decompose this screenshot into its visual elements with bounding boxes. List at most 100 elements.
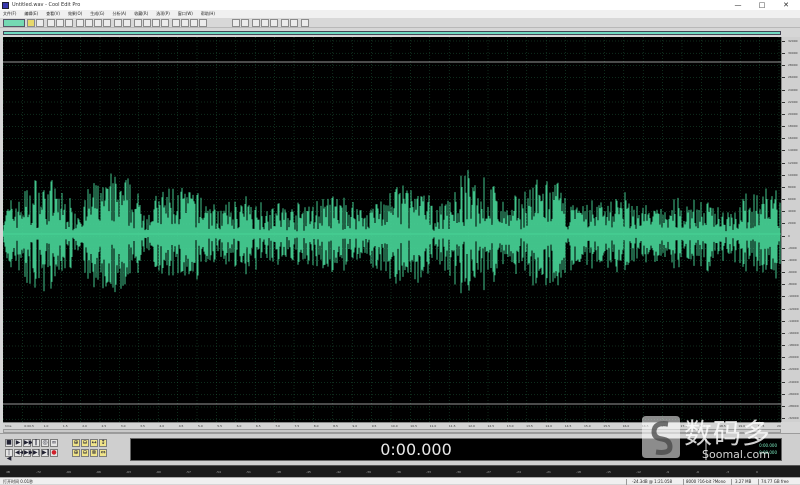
- waveform-overview-bar[interactable]: [3, 31, 781, 35]
- stop-button[interactable]: ■: [5, 439, 13, 447]
- waveform-graph: [3, 37, 781, 422]
- level-meter-label: -24: [516, 470, 521, 474]
- zoom-full-button[interactable]: ↔: [90, 439, 98, 447]
- status-size: 3.27 MB: [735, 479, 752, 484]
- play-loop-button[interactable]: ◎: [41, 439, 49, 447]
- time-ruler-label: 14.0: [545, 424, 553, 428]
- time-ruler-label: 15.0: [584, 424, 591, 428]
- snap-button[interactable]: [152, 19, 160, 27]
- settings-button[interactable]: [190, 19, 198, 27]
- zoom-selection-button[interactable]: ⊗: [90, 449, 98, 457]
- silence-button[interactable]: [143, 19, 151, 27]
- open-append-button[interactable]: [56, 19, 64, 27]
- menu-edit[interactable]: 编辑(E): [24, 11, 38, 17]
- maximize-button[interactable]: □: [750, 0, 774, 10]
- level-meter-label: -33: [426, 470, 431, 474]
- trim-button[interactable]: [134, 19, 142, 27]
- undo-button[interactable]: [114, 19, 122, 27]
- time-ruler-label: 10.5: [410, 424, 417, 428]
- time-ruler-label: 2.0: [82, 424, 87, 428]
- zoom-out-vertical-button[interactable]: ⊖: [81, 449, 89, 457]
- amplitude-label: 22000: [788, 99, 798, 104]
- status-divider: [758, 479, 759, 485]
- zoom-out-horizontal-button[interactable]: ⊖: [81, 439, 89, 447]
- view-spectral-button[interactable]: [241, 19, 249, 27]
- view-waveform-button[interactable]: [232, 19, 240, 27]
- amplitude-label: 30000: [788, 51, 798, 56]
- save-file-button[interactable]: [36, 19, 44, 27]
- time-ruler-label: 6.0: [236, 424, 242, 428]
- amplitude-label: 4000: [788, 209, 796, 214]
- go-to-end-button[interactable]: ▶|: [32, 449, 40, 457]
- menu-effects[interactable]: 效果(O): [68, 11, 82, 17]
- zoom-in-vertical-button[interactable]: ⊕: [72, 449, 80, 457]
- close-button[interactable]: ✕: [774, 0, 798, 10]
- mark-button[interactable]: [181, 19, 189, 27]
- level-meter-label: -9: [666, 470, 669, 474]
- menu-generate[interactable]: 生成(G): [90, 11, 104, 17]
- amplitude-tick: [782, 259, 785, 261]
- waveform-display[interactable]: [3, 37, 781, 422]
- menu-favorites[interactable]: 收藏(R): [134, 11, 148, 17]
- amplitude-label: 28000: [788, 63, 798, 68]
- amplitude-label: 18000: [788, 124, 798, 129]
- mix-paste-button[interactable]: [103, 19, 111, 27]
- amplitude-tick: [782, 77, 785, 79]
- menu-options[interactable]: 选项(P): [156, 11, 170, 17]
- menu-view[interactable]: 查看(V): [46, 11, 60, 17]
- minimize-button[interactable]: —: [726, 0, 750, 10]
- pause-button[interactable]: ‖: [32, 439, 40, 447]
- paste-button[interactable]: [94, 19, 102, 27]
- record-button[interactable]: ●: [50, 449, 58, 457]
- cue-list-button[interactable]: [252, 19, 260, 27]
- rewind-button[interactable]: ◀◀: [14, 449, 24, 457]
- amplitude-tick: [782, 332, 785, 334]
- zoom-vertical-button[interactable]: ↕: [99, 439, 107, 447]
- time-ruler-label: 4.5: [178, 424, 184, 428]
- scripts-button[interactable]: [270, 19, 278, 27]
- time-ruler-label: 2.5: [101, 424, 107, 428]
- info-button[interactable]: [281, 19, 289, 27]
- menu-file[interactable]: 文件(F): [3, 11, 16, 17]
- record-settings-button[interactable]: [301, 19, 309, 27]
- level-meter-label: -72: [36, 470, 41, 474]
- fast-forward-button[interactable]: ▶▶: [23, 449, 33, 457]
- time-ruler-label: 8.0: [313, 424, 319, 428]
- level-meter-label: -63: [126, 470, 131, 474]
- play-button[interactable]: ▶: [14, 439, 22, 447]
- multitrack-toggle-button[interactable]: [3, 19, 25, 27]
- spectral-view-button[interactable]: [161, 19, 169, 27]
- cut-button[interactable]: [76, 19, 84, 27]
- play-from-cursor-button[interactable]: ▶‖: [41, 449, 50, 457]
- redo-button[interactable]: [123, 19, 131, 27]
- go-to-start-button[interactable]: |◀: [5, 449, 13, 462]
- new-file-button[interactable]: [47, 19, 55, 27]
- amplitude-tick: [782, 162, 785, 164]
- status-divider: [626, 479, 627, 485]
- zoom-edges-button[interactable]: ⇔: [99, 449, 107, 457]
- level-meter-label: 0: [756, 470, 758, 474]
- zoom-in-horizontal-button[interactable]: ⊕: [72, 439, 80, 447]
- time-ruler-label: 9.0: [352, 424, 358, 428]
- time-ruler-label: 5.0: [198, 424, 203, 428]
- amplitude-label: -12000: [788, 306, 799, 311]
- amplitude-tick: [782, 357, 785, 359]
- edit-cue-button[interactable]: [172, 19, 180, 27]
- open-file-button[interactable]: [27, 19, 35, 27]
- menu-window[interactable]: 窗口(W): [178, 11, 193, 17]
- menu-analyze[interactable]: 分析(A): [112, 11, 126, 17]
- menu-bar: 文件(F) 编辑(E) 查看(V) 效果(O) 生成(G) 分析(A) 收藏(R…: [0, 10, 800, 18]
- amplitude-label: 12000: [788, 160, 798, 165]
- help-button[interactable]: [199, 19, 207, 27]
- copy-button[interactable]: [85, 19, 93, 27]
- status-format: 8000 ?16-bit ?Mono: [686, 479, 726, 484]
- amplitude-label: -10000: [788, 294, 799, 299]
- play-list-button[interactable]: [261, 19, 269, 27]
- amplitude-label: 26000: [788, 75, 798, 80]
- window-title: Untitled.wav - Cool Edit Pro: [12, 2, 81, 8]
- play-to-end-button[interactable]: ▶▶: [23, 439, 33, 447]
- menu-help[interactable]: 帮助(H): [201, 11, 215, 17]
- close-file-button[interactable]: [65, 19, 73, 27]
- analyze-button[interactable]: [290, 19, 298, 27]
- loop-mode-button[interactable]: ∞: [50, 439, 58, 447]
